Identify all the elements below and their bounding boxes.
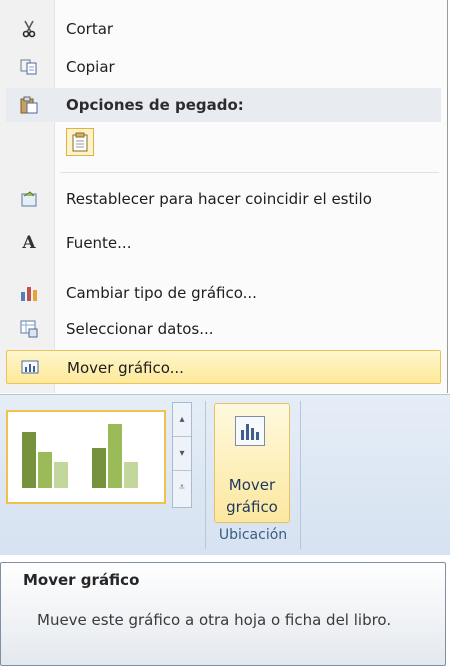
mover-label-line2: gráfico: [226, 498, 278, 516]
copy-icon: [20, 58, 38, 76]
mover-grafico-label: Mover gráfico: [215, 474, 289, 518]
mover-label-line1: Mover: [228, 476, 276, 494]
gallery-bar: [124, 462, 138, 488]
group-label-ubicacion: Ubicación: [218, 527, 288, 543]
move-chart-icon: [21, 359, 39, 377]
menu-item-label: Cambiar tipo de gráfico...: [66, 284, 257, 302]
menu-item-copiar[interactable]: Copiar: [6, 50, 441, 84]
paste-icon: [20, 96, 38, 114]
group-separator: [205, 401, 206, 549]
paste-option-icon[interactable]: [66, 128, 94, 156]
scroll-up-icon[interactable]: ▴: [173, 403, 191, 437]
menu-item-label: Cortar: [66, 20, 114, 38]
gallery-bar: [92, 448, 106, 488]
move-chart-icon: [235, 416, 265, 446]
chart-style-gallery[interactable]: [6, 410, 166, 504]
font-icon: A: [22, 233, 36, 253]
tooltip-body: Mueve este gráfico a otra hoja o ficha d…: [37, 611, 392, 629]
menu-item-label: Seleccionar datos...: [66, 320, 214, 338]
group-separator: [300, 401, 301, 549]
gallery-bar: [54, 462, 68, 488]
gallery-bar: [108, 424, 122, 488]
context-menu: Cortar Copiar Opciones de pegado: Restab…: [0, 0, 448, 393]
mover-grafico-button[interactable]: Mover gráfico: [214, 403, 290, 523]
menu-item-fuente[interactable]: A Fuente...: [6, 226, 441, 260]
menu-header-paste-options: Opciones de pegado:: [6, 88, 441, 122]
tooltip: Mover gráfico Mueve este gráfico a otra …: [0, 562, 446, 666]
menu-item-label: Restablecer para hacer coincidir el esti…: [66, 190, 372, 208]
menu-separator: [60, 172, 439, 173]
chart-type-icon: [20, 284, 38, 302]
select-data-icon: [20, 320, 38, 338]
tooltip-title: Mover gráfico: [23, 571, 140, 589]
menu-item-label: Mover gráfico...: [67, 359, 184, 377]
menu-item-cambiar-tipo[interactable]: Cambiar tipo de gráfico...: [6, 276, 441, 310]
gallery-bar: [38, 452, 52, 488]
menu-item-label: Fuente...: [66, 234, 132, 252]
scissors-icon: [20, 20, 38, 38]
menu-item-restablecer[interactable]: Restablecer para hacer coincidir el esti…: [6, 182, 441, 216]
ribbon-area: ▴ ▾ ⩡ Mover gráfico Ubicación: [0, 394, 450, 555]
menu-item-label: Copiar: [66, 58, 115, 76]
scroll-down-icon[interactable]: ▾: [173, 437, 191, 471]
menu-item-seleccionar-datos[interactable]: Seleccionar datos...: [6, 312, 441, 346]
menu-item-cortar[interactable]: Cortar: [6, 12, 441, 46]
reset-style-icon: [20, 190, 38, 208]
menu-item-mover-grafico[interactable]: Mover gráfico...: [6, 350, 441, 384]
gallery-more-icon[interactable]: ⩡: [173, 471, 191, 504]
paste-option-row: [6, 126, 441, 160]
menu-header-label: Opciones de pegado:: [66, 96, 244, 114]
gallery-bar: [22, 432, 36, 488]
gallery-scrollbar[interactable]: ▴ ▾ ⩡: [172, 402, 192, 508]
